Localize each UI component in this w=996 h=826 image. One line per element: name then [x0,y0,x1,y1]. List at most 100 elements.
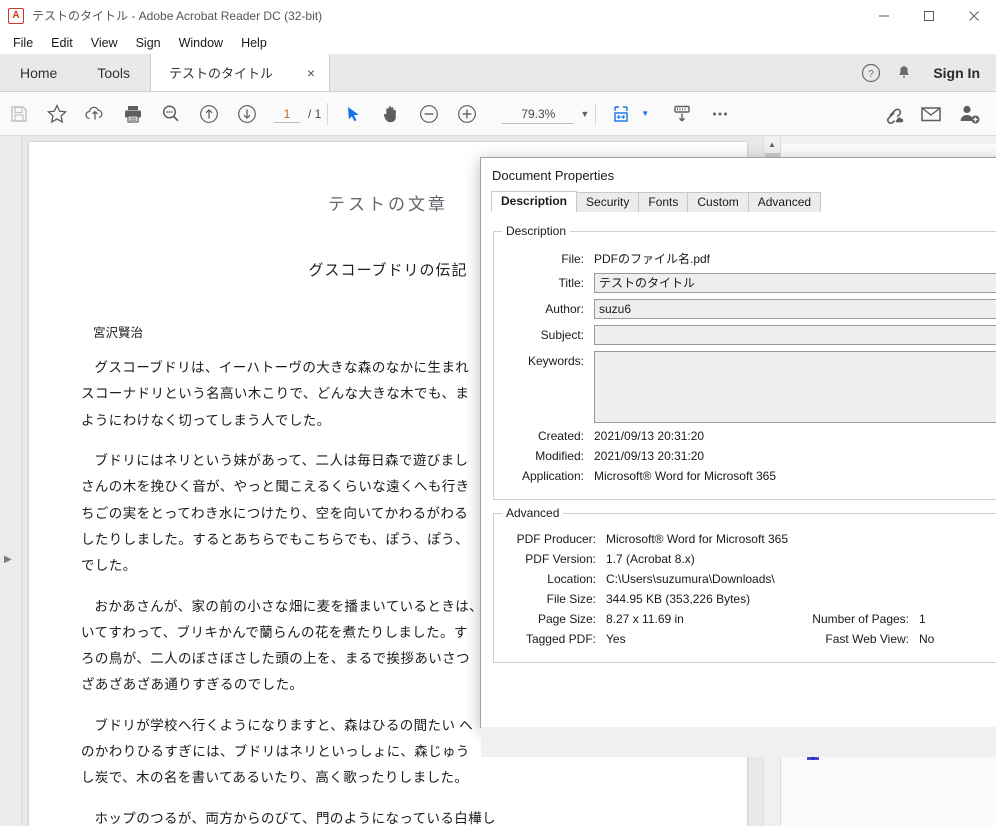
left-navigation-rail[interactable]: ▶ [0,136,22,826]
window-title: テストのタイトル - Adobe Acrobat Reader DC (32-b… [32,9,323,23]
window-controls [861,0,996,32]
application-label: Application: [521,469,584,483]
pdf-version-value: 1.7 (Acrobat 8.x) [606,552,695,566]
title-field[interactable]: テストのタイトル [594,273,996,293]
title-bar: A テストのタイトル - Adobe Acrobat Reader DC (32… [0,0,996,32]
modified-label: Modified: [535,449,584,463]
header-actions: ? Sign In [861,54,996,92]
page-number-input[interactable]: 1 [274,105,300,123]
modified-value: 2021/09/13 20:31:20 [594,449,705,463]
page-total-label: / 1 [308,106,322,121]
keywords-field[interactable] [594,351,996,423]
bell-icon[interactable] [895,64,913,82]
tab-document[interactable]: テストのタイトル × [150,54,331,91]
created-row: Created: 2021/09/13 20:31:20 [502,429,996,443]
modified-row: Modified: 2021/09/13 20:31:20 [502,449,996,463]
tagged-pdf-label: Tagged PDF: [525,632,596,646]
scroll-up-arrow-icon[interactable]: ▲ [764,136,780,153]
application-value: Microsoft® Word for Microsoft 365 [594,469,777,483]
page-size-cell: Page Size: 8.27 x 11.69 in [502,612,787,626]
file-size-label: File Size: [546,592,596,606]
document-paragraph: ホップのつるが、両方からのびて、門のようになっている白樺し 「カッコウドリ、トオ… [94,810,496,826]
zoom-level-input[interactable]: 79.3% [502,104,575,124]
page-size-label: Page Size: [537,612,596,626]
tab-document-label: テストのタイトル [169,66,274,81]
subject-label: Subject: [540,328,584,342]
add-person-icon[interactable] [950,92,988,136]
number-of-pages-value: 1 [919,612,926,626]
menu-item-view[interactable]: View [82,34,127,52]
scroll-mode-icon[interactable] [663,92,701,136]
chevron-down-icon[interactable]: ▼ [580,109,589,119]
advanced-group-legend: Advanced [506,506,560,520]
number-of-pages-label: Number of Pages: [812,612,909,626]
zoom-in-icon[interactable] [448,92,486,136]
save-icon[interactable] [0,92,38,136]
menu-item-help[interactable]: Help [232,34,276,52]
share-link-icon[interactable] [874,92,912,136]
menu-bar: File Edit View Sign Window Help [0,32,996,54]
file-value: PDFのファイル名.pdf [594,252,711,266]
keywords-label: Keywords: [527,354,584,368]
dialog-tab-description[interactable]: Description [491,191,578,212]
fast-web-view-label: Fast Web View: [825,632,909,646]
select-tool-icon[interactable] [334,92,372,136]
search-icon[interactable] [152,92,190,136]
dialog-tab-fonts[interactable]: Fonts [638,192,689,212]
document-properties-dialog: Document Properties Description Security… [480,157,996,757]
subject-field[interactable] [594,325,996,345]
pdf-producer-row: PDF Producer: Microsoft® Word for Micros… [502,532,996,546]
subject-row: Subject: [502,325,996,345]
hand-tool-icon[interactable] [372,92,410,136]
dialog-tab-custom[interactable]: Custom [687,192,749,212]
tagged-pdf-value: Yes [606,632,626,646]
tab-tools[interactable]: Tools [77,54,150,91]
maximize-button[interactable] [906,0,951,32]
author-field[interactable]: suzu6 [594,299,996,319]
file-size-value: 344.95 KB (353,226 Bytes) [606,592,751,606]
page-size-row: Page Size: 8.27 x 11.69 in Number of Pag… [502,612,996,626]
cloud-upload-icon[interactable] [76,92,114,136]
print-icon[interactable] [114,92,152,136]
tools-panel-top-strip [781,136,996,144]
expand-panel-arrow-icon[interactable]: ▶ [4,554,12,565]
menu-item-window[interactable]: Window [170,34,232,52]
next-page-icon[interactable] [228,92,266,136]
dialog-tab-advanced[interactable]: Advanced [747,192,822,212]
dialog-footer [481,727,996,757]
number-of-pages-cell: Number of Pages: 1 [787,612,996,626]
keywords-row: Keywords: [502,351,996,423]
page-size-value: 8.27 x 11.69 in [606,612,684,626]
created-value: 2021/09/13 20:31:20 [594,429,705,443]
close-icon[interactable]: × [303,65,319,81]
fit-page-chevron-down-icon[interactable]: ▼ [641,109,649,118]
sign-in-button[interactable]: Sign In [927,65,980,81]
dialog-tabs: Description Security Fonts Custom Advanc… [481,191,996,212]
menu-item-sign[interactable]: Sign [127,34,170,52]
minimize-button[interactable] [861,0,906,32]
star-icon[interactable] [38,92,76,136]
fit-page-icon[interactable] [602,92,640,136]
tab-home[interactable]: Home [0,54,77,91]
application-row: Application: Microsoft® Word for Microso… [502,469,996,483]
file-row: File: PDFのファイル名.pdf [502,250,996,267]
pdf-producer-label: PDF Producer: [516,532,596,546]
menu-item-file[interactable]: File [4,34,42,52]
zoom-out-icon[interactable] [410,92,448,136]
file-label: File: [561,251,584,266]
tab-bar: Home Tools テストのタイトル × ? Sign In [0,54,996,92]
author-row: Author: suzu6 [502,299,996,319]
close-button[interactable] [951,0,996,32]
help-circle-icon[interactable]: ? [861,63,881,83]
email-icon[interactable] [912,92,950,136]
location-label: Location: [547,572,596,586]
fast-web-view-value: No [919,632,935,646]
zoom-level-value: 79.3% [521,106,556,121]
dialog-tab-security[interactable]: Security [576,192,640,212]
previous-page-icon[interactable] [190,92,228,136]
toolbar-divider-2 [595,102,597,125]
more-tools-icon[interactable] [701,92,739,136]
title-label: Title: [558,276,584,290]
fast-web-view-cell: Fast Web View: No [787,632,996,646]
menu-item-edit[interactable]: Edit [42,34,82,52]
